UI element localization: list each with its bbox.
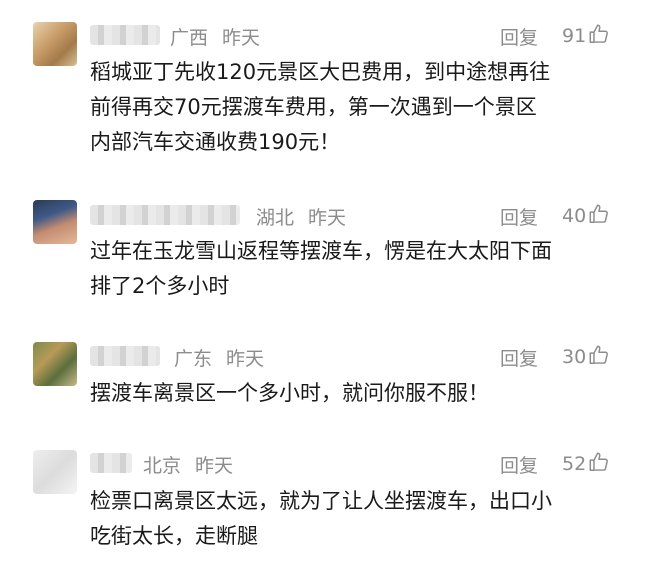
comment-line: 吃街太长，走断腿 [90,524,258,548]
comment-line: 过年在玉龙雪山返程等摆渡车，愣是在大太阳下面 [90,239,552,263]
location-label: 广东 [174,348,213,370]
username-blurred[interactable] [90,25,160,45]
comment-line: 前得再交70元摆渡车费用，第一次遇到一个景区 [90,95,537,119]
location-label: 北京 [143,455,182,477]
time-label: 昨天 [195,455,234,477]
reply-button[interactable]: 回复 [500,451,538,478]
comment-line: 摆渡车离景区一个多小时，就问你服不服！ [90,381,489,405]
location-label: 广西 [170,27,209,49]
comment-body: 稻城亚丁先收120元景区大巴费用，到中途想再往 前得再交70元摆渡车费用，第一次… [90,55,630,160]
username-blurred[interactable] [90,453,132,473]
comment-body: 摆渡车离景区一个多小时，就问你服不服！ [90,376,630,411]
thumbs-up-icon [589,204,609,223]
location-label: 湖北 [256,207,295,229]
comment-body: 过年在玉龙雪山返程等摆渡车，愣是在大太阳下面 排了2个多小时 [90,234,630,304]
avatar[interactable] [33,22,77,66]
comment-meta: 湖北 昨天 [256,203,346,230]
like-button[interactable]: 40 [562,203,610,227]
username-blurred[interactable] [90,346,160,366]
comment-line: 排了2个多小时 [90,274,230,298]
like-count: 40 [562,205,587,227]
thumbs-up-icon [589,24,609,43]
comment-body: 检票口离景区太远，就为了让人坐摆渡车，出口小 吃街太长，走断腿 [90,484,630,554]
avatar[interactable] [33,200,77,244]
time-label: 昨天 [308,207,347,229]
comment-meta: 广东 昨天 [174,344,264,371]
reply-button[interactable]: 回复 [500,203,538,230]
like-button[interactable]: 91 [562,23,610,47]
reply-button[interactable]: 回复 [500,23,538,50]
like-button[interactable]: 52 [562,451,610,475]
comment-line: 检票口离景区太远，就为了让人坐摆渡车，出口小 [90,489,552,513]
comment-line: 稻城亚丁先收120元景区大巴费用，到中途想再往 [90,60,551,84]
thumbs-up-icon [589,452,609,471]
comment-meta: 北京 昨天 [143,451,233,478]
avatar[interactable] [33,342,77,386]
like-count: 30 [562,346,587,368]
like-count: 91 [562,25,587,47]
thumbs-up-icon [589,345,609,364]
comment-meta: 广西 昨天 [170,23,260,50]
time-label: 昨天 [222,27,261,49]
avatar[interactable] [33,450,77,494]
comment-line: 内部汽车交通收费190元！ [90,130,341,154]
time-label: 昨天 [226,348,265,370]
like-count: 52 [562,453,587,475]
reply-button[interactable]: 回复 [500,344,538,371]
like-button[interactable]: 30 [562,344,610,368]
username-blurred[interactable] [90,205,240,225]
